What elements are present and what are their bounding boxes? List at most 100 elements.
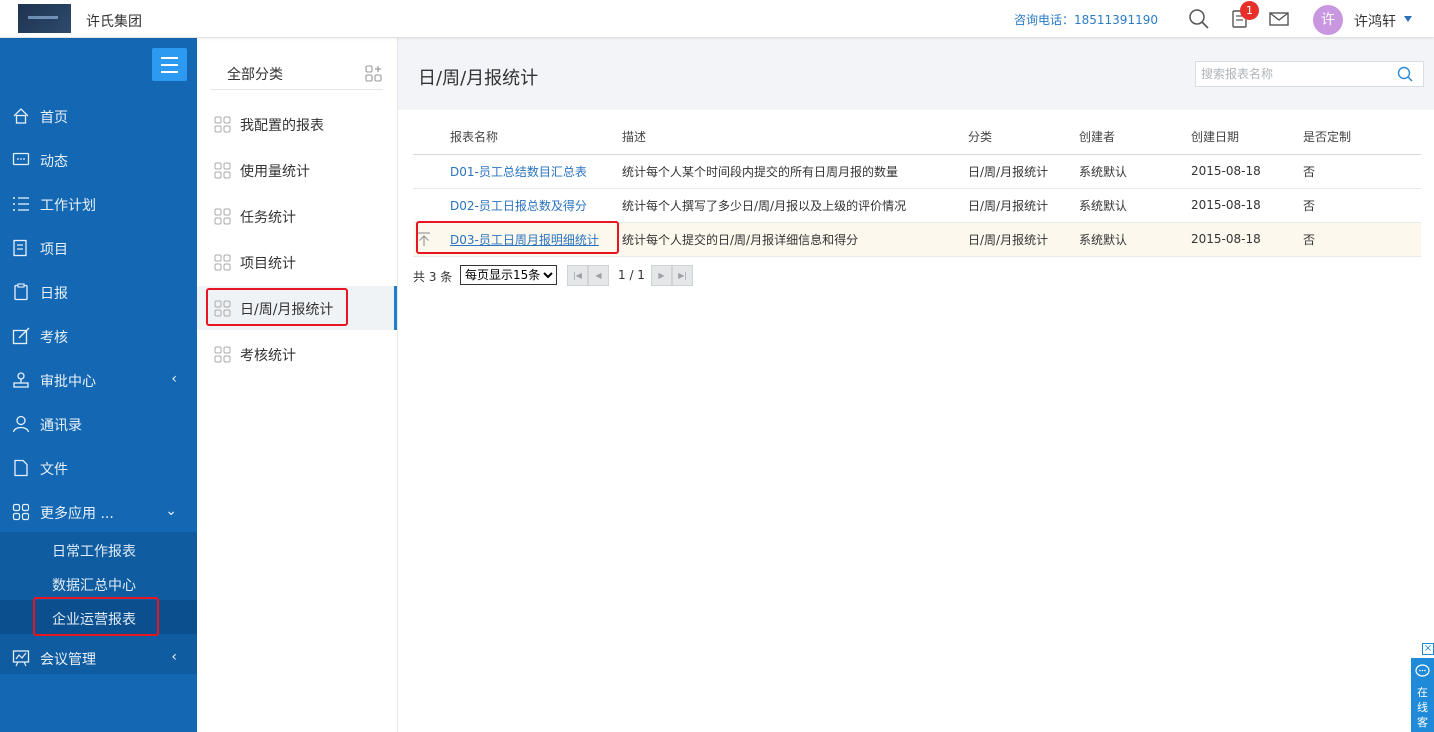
category-item-projects[interactable]: 项目统计: [197, 240, 397, 284]
nav-item-activity[interactable]: 动态: [0, 138, 197, 182]
nav-label: 文件: [40, 462, 68, 478]
chevron-down-icon: ⌄: [165, 503, 177, 519]
grid-icon: [214, 254, 231, 271]
company-name: 许氏集团: [86, 14, 142, 30]
table-cell: 日/周/月报统计: [968, 154, 1079, 189]
nav-label: 日报: [40, 286, 68, 302]
table-cell: [413, 188, 435, 223]
nav-item-assessment[interactable]: 考核: [0, 314, 197, 358]
online-service-widget[interactable]: 在 线 客 服: [1411, 658, 1434, 732]
table-header-cell: 报表名称: [435, 120, 622, 155]
main-panel: 日/周/月报统计 报表名称 描述 分类 创建者 创建日期 是否定制: [398, 38, 1434, 732]
category-title: 全部分类: [227, 67, 283, 83]
sub-item-label: 日常工作报表: [52, 544, 136, 560]
table-header-cell: 创建日期: [1191, 120, 1303, 155]
grid-icon: [214, 162, 231, 179]
username[interactable]: 许鸿轩: [1354, 11, 1396, 31]
sub-item-label: 企业运营报表: [52, 612, 136, 628]
nav-item-more-apps[interactable]: 更多应用 ... ⌄: [0, 490, 197, 534]
nav-label: 通讯录: [40, 418, 82, 434]
nav-label: 审批中心: [40, 374, 96, 390]
top-bar: 许氏集团 咨询电话：18511391190 1 许 许鸿轩: [0, 0, 1434, 38]
prev-page-button[interactable]: ◀: [588, 265, 609, 286]
category-header: 全部分类: [211, 50, 383, 90]
nav-label: 考核: [40, 330, 68, 346]
table-cell: 2015-08-18: [1191, 188, 1303, 223]
next-page-button[interactable]: ▶: [651, 265, 672, 286]
menu-toggle-button[interactable]: [152, 48, 187, 81]
service-char: 在: [1417, 686, 1428, 699]
nav-item-home[interactable]: 首页: [0, 94, 197, 138]
close-service-button[interactable]: ×: [1422, 643, 1434, 655]
pin-top-icon[interactable]: [415, 230, 433, 248]
category-item-usage[interactable]: 使用量统计: [197, 148, 397, 192]
company-logo[interactable]: [18, 4, 71, 33]
sub-item-data-center[interactable]: 数据汇总中心: [0, 566, 197, 600]
table-cell: [413, 222, 435, 257]
category-panel: 全部分类 我配置的报表 使用量统计 任务统计 项目统计 日/周/月报统计 考核统…: [197, 38, 398, 732]
approve-icon: [13, 372, 29, 388]
add-category-icon[interactable]: [365, 65, 383, 83]
user-dropdown-caret-icon[interactable]: [1404, 16, 1412, 22]
report-link[interactable]: D01-员工总结数目汇总表: [450, 165, 587, 179]
nav-label: 首页: [40, 110, 68, 126]
project-icon: [13, 239, 27, 257]
report-search-box[interactable]: [1195, 61, 1424, 87]
page-size-select[interactable]: 每页显示15条: [460, 265, 557, 285]
chat-bubble-icon: [1415, 664, 1430, 677]
nav-item-plan[interactable]: 工作计划: [0, 182, 197, 226]
report-table: 报表名称 描述 分类 创建者 创建日期 是否定制 D01-员工总结数目汇总表 统…: [413, 120, 1421, 257]
nav-item-daily[interactable]: 日报: [0, 270, 197, 314]
nav-item-meeting[interactable]: 会议管理 ‹: [0, 636, 197, 680]
table-cell: 系统默认: [1079, 188, 1191, 223]
category-item-tasks[interactable]: 任务统计: [197, 194, 397, 238]
sub-item-enterprise-report[interactable]: 企业运营报表: [0, 600, 197, 634]
meeting-icon: [12, 650, 30, 667]
search-icon[interactable]: [1397, 66, 1413, 82]
table-cell: D03-员工日周月报明细统计: [435, 222, 622, 257]
service-char: 客: [1417, 716, 1428, 729]
category-item-daily-weekly-monthly[interactable]: 日/周/月报统计: [197, 286, 397, 330]
table-row[interactable]: D01-员工总结数目汇总表 统计每个人某个时间段内提交的所有日周月报的数量 日/…: [413, 154, 1421, 189]
service-char: 线: [1417, 701, 1428, 714]
table-cell: 否: [1303, 188, 1421, 223]
table-header-cell: 分类: [968, 120, 1079, 155]
nav-label: 会议管理: [40, 652, 96, 668]
category-item-my-reports[interactable]: 我配置的报表: [197, 102, 397, 146]
category-label: 使用量统计: [240, 164, 310, 180]
nav-label: 动态: [40, 154, 68, 170]
left-nav: 首页 动态 工作计划 项目 日报 考核 审批中心 ‹ 通讯录 文件 更多应用 .…: [0, 38, 197, 732]
nav-item-approval[interactable]: 审批中心 ‹: [0, 358, 197, 402]
last-page-button[interactable]: ▶|: [672, 265, 693, 286]
person-icon: [12, 415, 30, 433]
table-cell: 系统默认: [1079, 154, 1191, 189]
table-row[interactable]: D02-员工日报总数及得分 统计每个人撰写了多少日/周/月报以及上级的评价情况 …: [413, 188, 1421, 223]
apps-icon: [12, 503, 30, 521]
nav-item-project[interactable]: 项目: [0, 226, 197, 270]
report-link[interactable]: D03-员工日周月报明细统计: [450, 233, 599, 247]
nav-item-contacts[interactable]: 通讯录: [0, 402, 197, 446]
report-link[interactable]: D02-员工日报总数及得分: [450, 199, 587, 213]
nav-item-files[interactable]: 文件: [0, 446, 197, 490]
category-label: 任务统计: [240, 210, 296, 226]
table-cell: 系统默认: [1079, 222, 1191, 257]
table-header-cell: 描述: [622, 120, 968, 155]
table-cell: 2015-08-18: [1191, 222, 1303, 257]
main-header: 日/周/月报统计: [398, 38, 1434, 110]
first-page-button[interactable]: |◀: [567, 265, 588, 286]
home-icon: [13, 108, 29, 124]
page-indicator: 1 / 1: [618, 268, 645, 282]
search-icon[interactable]: [1188, 8, 1210, 30]
avatar[interactable]: 许: [1313, 5, 1343, 35]
category-item-assessment[interactable]: 考核统计: [197, 332, 397, 376]
mail-icon[interactable]: [1268, 8, 1290, 30]
chat-icon: [12, 152, 30, 166]
sub-item-daily-report[interactable]: 日常工作报表: [0, 532, 197, 566]
grid-icon: [214, 208, 231, 225]
category-label: 项目统计: [240, 256, 296, 272]
nav-label: 项目: [40, 242, 68, 258]
search-input[interactable]: [1201, 65, 1391, 83]
nav-label: 更多应用 ...: [40, 506, 114, 522]
clipboard-icon: [14, 283, 28, 301]
table-row[interactable]: D03-员工日周月报明细统计 统计每个人提交的日/周/月报详细信息和得分 日/周…: [413, 222, 1421, 257]
